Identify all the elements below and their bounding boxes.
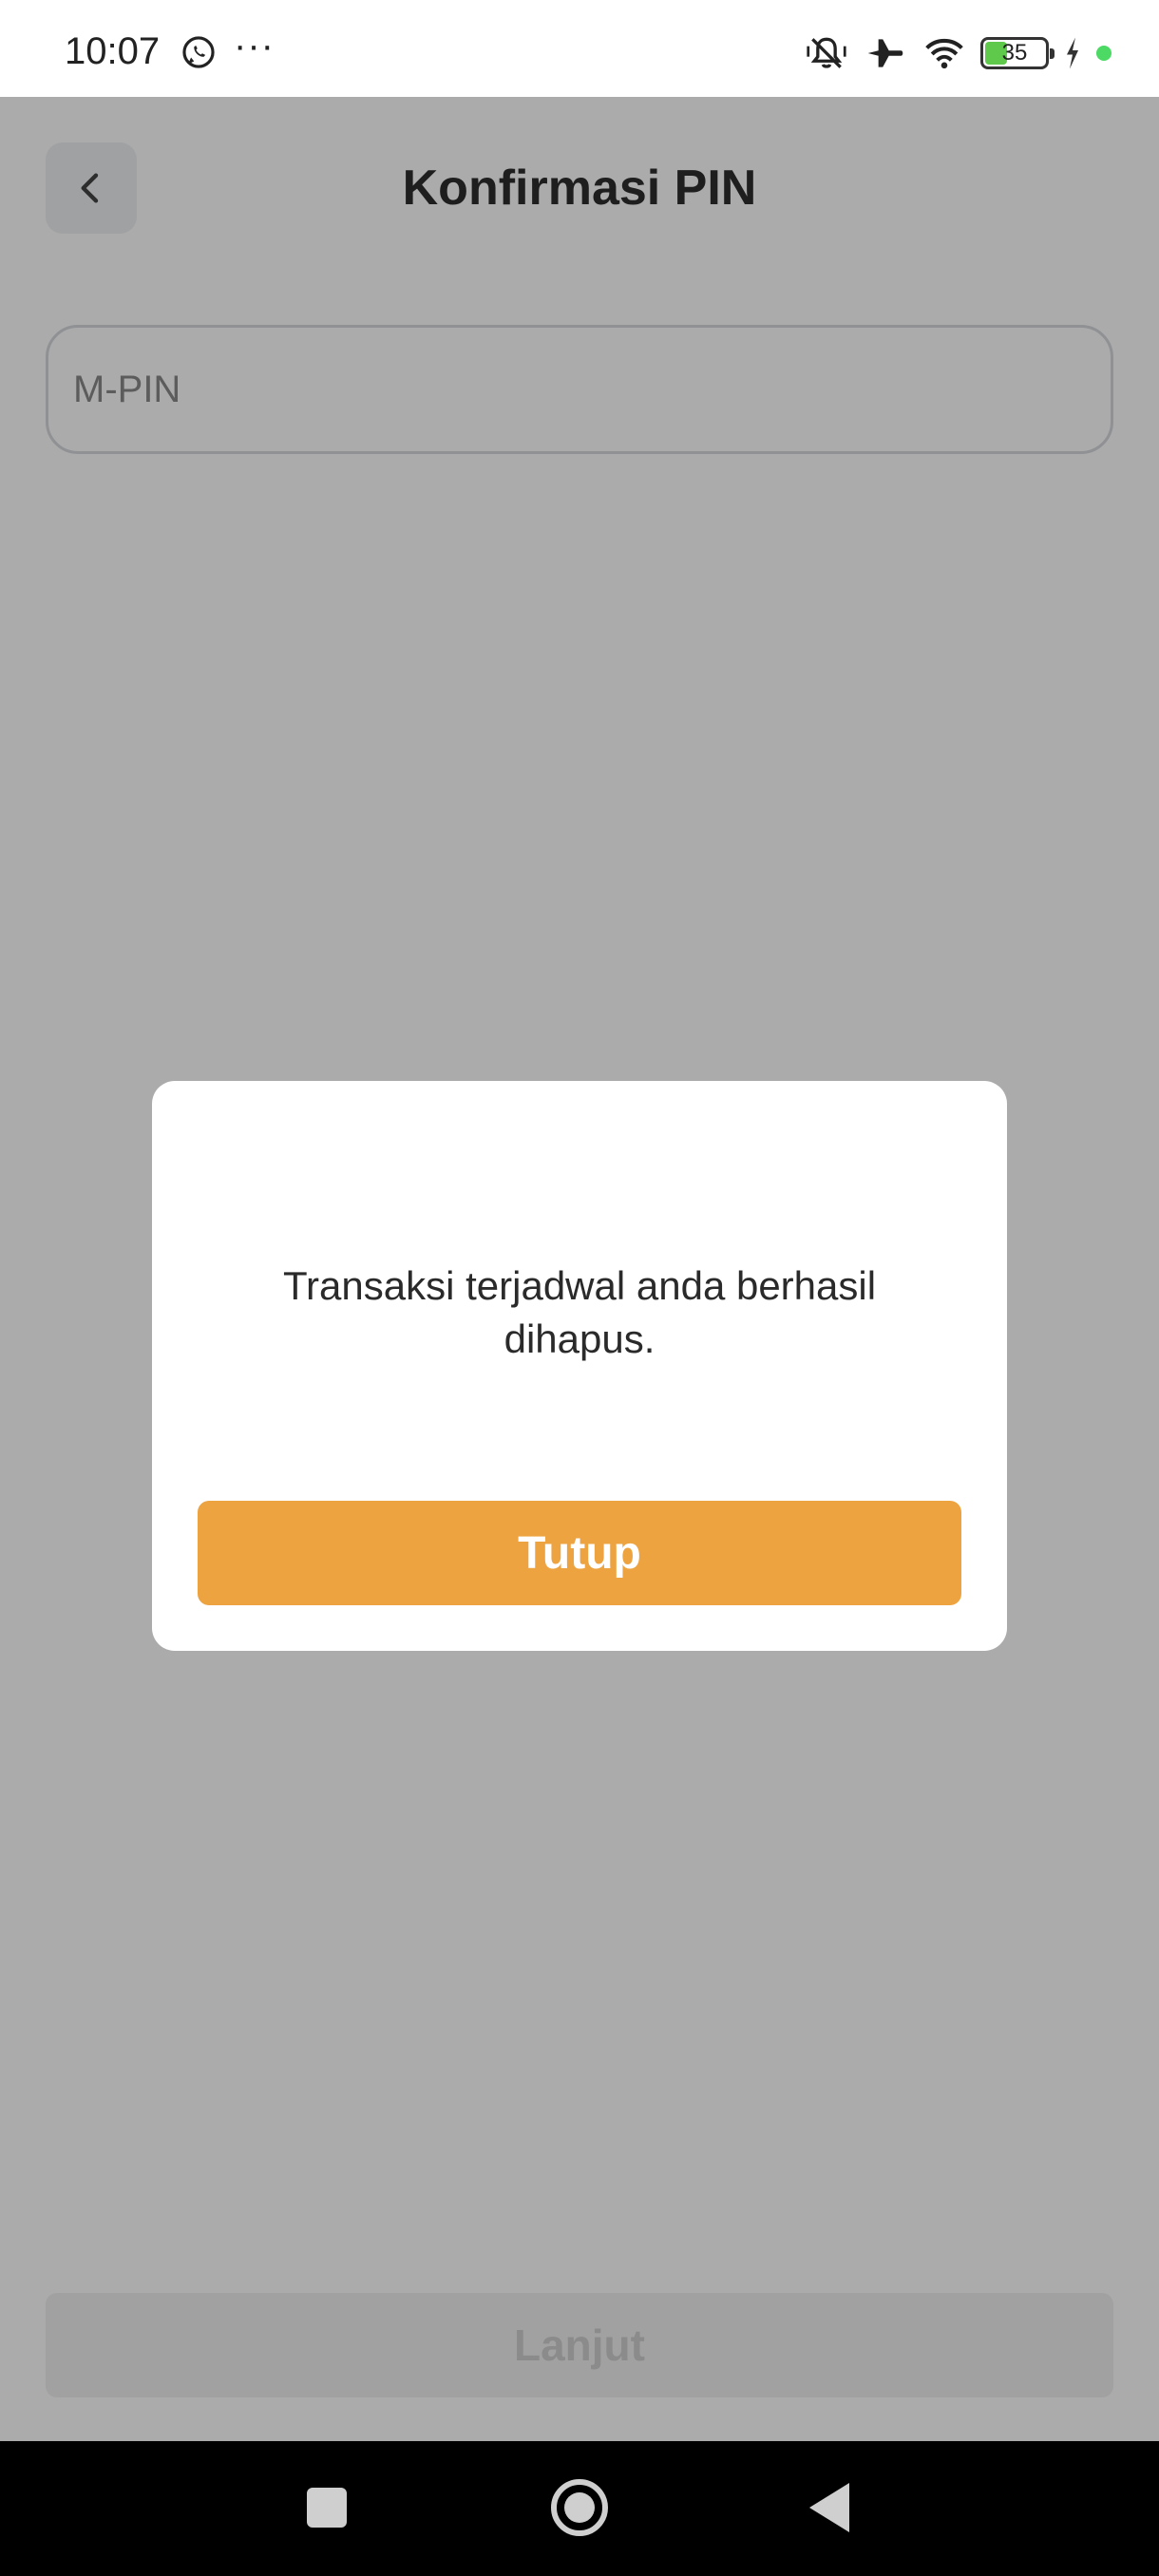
recent-apps-button[interactable] — [307, 2488, 347, 2528]
battery-percent: 35 — [1001, 40, 1028, 66]
navigation-bar — [0, 2441, 1159, 2576]
charging-icon — [1067, 37, 1078, 69]
mute-icon — [807, 37, 846, 68]
whatsapp-icon — [182, 36, 215, 68]
status-icons: 35 — [804, 32, 1112, 74]
back-nav-button[interactable] — [809, 2483, 849, 2532]
success-dialog: Transaksi terjadwal anda berhasil dihapu… — [152, 1081, 1007, 1651]
status-time: 10:07 — [65, 30, 161, 72]
home-icon — [564, 2492, 595, 2523]
home-button[interactable] — [551, 2479, 608, 2536]
more-notifications-icon: ··· — [234, 25, 275, 66]
battery-icon: 35 — [980, 37, 1054, 69]
status-bar: 10:07 ··· 35 — [0, 0, 1159, 97]
dialog-message: Transaksi terjadwal anda berhasil dihapu… — [282, 1263, 877, 1361]
modal-overlay[interactable]: Transaksi terjadwal anda berhasil dihapu… — [0, 97, 1159, 2441]
wifi-icon — [925, 38, 963, 69]
close-button[interactable]: Tutup — [198, 1501, 961, 1605]
airplane-icon — [867, 39, 903, 67]
status-dot-icon — [1096, 46, 1112, 61]
